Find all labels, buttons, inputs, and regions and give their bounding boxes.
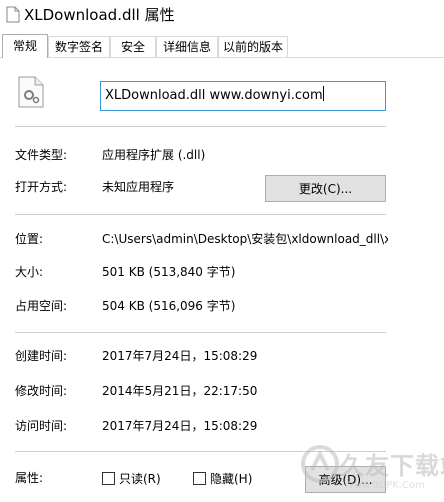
watermark-text: 久友下载站 xyxy=(340,452,444,480)
window-title: XLDownload.dll 属性 xyxy=(24,6,175,24)
text-caret xyxy=(322,86,324,101)
checkbox-box[interactable] xyxy=(102,472,115,485)
created-value: 2017年7月24日，15:08:29 xyxy=(102,349,258,363)
separator xyxy=(15,332,386,333)
hidden-label: 隐藏(H) xyxy=(210,472,253,486)
location-value: C:\Users\admin\Desktop\安装包\xldownload_dl… xyxy=(102,232,388,246)
title-bar: XLDownload.dll 属性 xyxy=(0,0,444,30)
location-label: 位置: xyxy=(15,232,44,246)
size-on-disk-label: 占用空间: xyxy=(15,299,68,313)
readonly-label: 只读(R) xyxy=(119,472,161,486)
accessed-value: 2017年7月24日，15:08:29 xyxy=(102,419,258,433)
watermark-url: Www.9UPK.Com xyxy=(344,480,425,491)
tab-general[interactable]: 常规 xyxy=(2,34,48,58)
created-label: 创建时间: xyxy=(15,349,68,363)
separator xyxy=(15,126,386,127)
modified-label: 修改时间: xyxy=(15,384,68,398)
file-name-input[interactable]: XLDownload.dll www.downyi.com xyxy=(100,81,386,111)
file-type-value: 应用程序扩展 (.dll) xyxy=(102,148,206,162)
open-with-label: 打开方式: xyxy=(15,180,68,194)
file-icon xyxy=(6,6,20,23)
file-name-text: XLDownload.dll www.downyi.com xyxy=(105,88,323,103)
general-panel xyxy=(0,58,444,502)
tab-bar: 常规 数字签名 安全 详细信息 以前的版本 xyxy=(0,34,444,58)
file-type-label: 文件类型: xyxy=(15,148,68,162)
separator xyxy=(15,214,386,215)
size-value: 501 KB (513,840 字节) xyxy=(102,265,236,279)
dll-file-icon xyxy=(18,76,44,108)
tab-details[interactable]: 详细信息 xyxy=(156,36,218,57)
accessed-label: 访问时间: xyxy=(15,419,68,433)
tab-previous-versions[interactable]: 以前的版本 xyxy=(218,36,288,57)
size-on-disk-value: 504 KB (516,096 字节) xyxy=(102,299,236,313)
tab-digital-signature[interactable]: 数字签名 xyxy=(48,36,110,57)
watermark: 久友下载站 Www.9UPK.Com xyxy=(300,442,444,498)
size-label: 大小: xyxy=(15,265,44,279)
change-button[interactable]: 更改(C)... xyxy=(265,175,386,202)
tab-security[interactable]: 安全 xyxy=(110,36,156,57)
hidden-checkbox[interactable]: 隐藏(H) xyxy=(193,471,252,487)
readonly-checkbox[interactable]: 只读(R) xyxy=(102,471,161,487)
watermark-logo-icon xyxy=(301,445,339,483)
attributes-label: 属性: xyxy=(15,471,44,485)
open-with-value: 未知应用程序 xyxy=(102,180,175,194)
modified-value: 2014年5月21日，22:17:50 xyxy=(102,384,258,398)
checkbox-box[interactable] xyxy=(193,472,206,485)
